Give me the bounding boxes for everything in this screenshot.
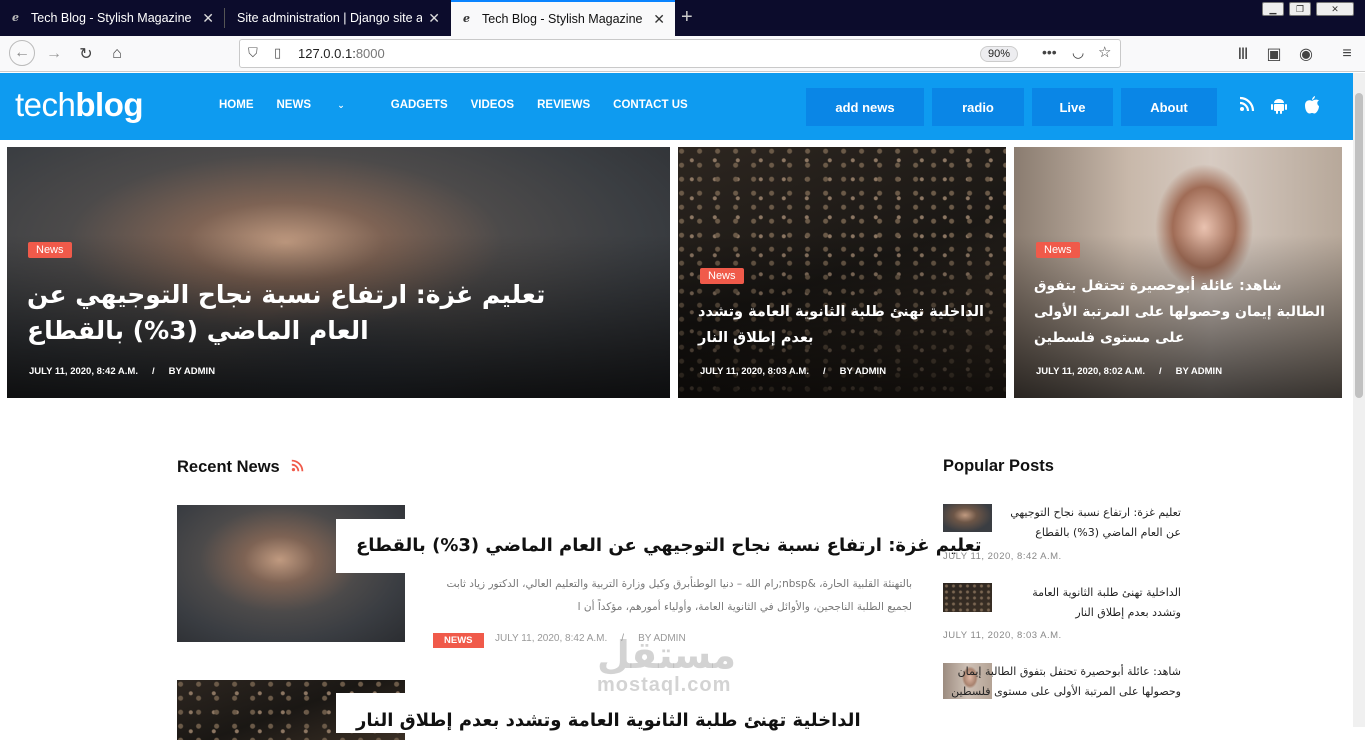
excerpt-line: بالتهنئة القلبية الحارة، &nbsp;رام الله … [446,578,912,590]
category-badge[interactable]: News [1036,242,1080,258]
hero-title[interactable]: تعليم غزة: ارتفاع نسبة نجاح التوجيهي عن … [27,277,607,349]
browser-tab-3-active[interactable]: e Tech Blog - Stylish Magazine Bl ✕ [451,0,675,36]
site-logo[interactable]: techblog [15,86,144,124]
popular-posts-heading: Popular Posts [943,457,1054,475]
post-date: JULY 11, 2020, 8:42 A.M. [495,633,608,644]
hero-title[interactable]: شاهد: عائلة أبوحصيرة تحتفل بتفوق الطالبة… [1034,273,1334,351]
forward-icon[interactable]: → [42,43,66,65]
hero-meta: JULY 11, 2020, 8:03 A.M. / BY ADMIN [700,366,887,377]
category-badge[interactable]: News [700,268,744,284]
restore-window-icon[interactable]: ❐ [1289,2,1311,16]
reload-icon[interactable]: ↻ [74,43,98,65]
popular-post-thumbnail[interactable] [943,583,992,612]
post-date: JULY 11, 2020, 8:42 A.M. [29,366,138,377]
hero-card-3[interactable]: News شاهد: عائلة أبوحصيرة تحتفل بتفوق ال… [1014,147,1342,398]
logo-light: tech [15,86,76,123]
hero-meta: JULY 11, 2020, 8:02 A.M. / BY ADMIN [1036,366,1223,377]
hero-shade [7,147,670,398]
tab-title: Tech Blog - Stylish Magazine Bl [482,12,648,26]
post-author[interactable]: BY ADMIN [169,366,215,377]
rss-icon[interactable] [1239,96,1257,114]
recent-item-title[interactable]: الداخلية تهنئ طلبة الثانوية العامة وتشدد… [356,710,861,731]
popular-post-thumbnail[interactable] [943,504,992,532]
zoom-level-badge[interactable]: 90% [980,46,1019,62]
hero-card-main[interactable]: News تعليم غزة: ارتفاع نسبة نجاح التوجيه… [7,147,670,398]
popular-post-title[interactable]: شاهد: عائلة أبوحصيرة تحتفل بتفوق الطالبة… [943,662,1181,702]
shield-icon[interactable]: ⛉ [248,45,258,61]
chevron-down-icon: ⌄ [337,100,345,110]
recent-item-excerpt: بالتهنئة القلبية الحارة، &nbsp;رام الله … [433,573,912,619]
menu-news[interactable]: NEWS ⌄ [277,99,368,111]
menu-contact-us[interactable]: CONTACT US [613,99,688,111]
rss-icon[interactable] [288,459,305,475]
browser-toolbar: ← → ↻ ⌂ ⛉ ▯ 127.0.0.1:8000 90% ••• ◡ ☆ Ⅲ… [0,36,1365,72]
url-text[interactable]: 127.0.0.1:8000 [298,46,385,61]
tab-title: Tech Blog - Stylish Magazine Bl [31,11,197,25]
live-button[interactable]: Live [1032,88,1113,126]
radio-button[interactable]: radio [932,88,1024,126]
popular-post-date: JULY 11, 2020, 8:03 A.M. [943,630,1062,641]
menu-reviews[interactable]: REVIEWS [537,99,590,111]
menu-hamburger-icon[interactable]: ≡ [1335,43,1359,65]
tab-title: Site administration | Django site adn [237,11,423,25]
watermark-arabic: مستقل [597,633,736,677]
ie-favicon-icon: e [463,12,470,25]
sidebar-icon[interactable]: ▣ [1262,43,1286,65]
hero-card-2[interactable]: News الداخلية تهنئ طلبة الثانوية العامة … [678,147,1006,398]
url-host: 127.0.0.1: [298,46,356,61]
close-tab-icon[interactable]: ✕ [653,11,665,28]
url-port: 8000 [355,46,385,61]
address-bar[interactable]: ⛉ ▯ 127.0.0.1:8000 90% ••• ◡ ☆ [239,39,1121,68]
recent-item-title[interactable]: تعليم غزة: ارتفاع نسبة نجاح التوجيهي عن … [356,535,982,556]
post-author[interactable]: BY ADMIN [840,366,886,377]
menu-home[interactable]: HOME [219,99,254,111]
hero-meta: JULY 11, 2020, 8:42 A.M. / BY ADMIN [29,366,216,377]
menu-videos[interactable]: VIDEOS [471,99,514,111]
minimize-window-icon[interactable]: ▁ [1262,2,1284,16]
page-info-icon[interactable]: ▯ [274,45,281,61]
page-actions-icon[interactable]: ••• [1042,44,1057,60]
popular-post-date: JULY 11, 2020, 8:42 A.M. [943,551,1062,562]
browser-tab-2[interactable]: Site administration | Django site adn ✕ [225,0,450,36]
close-tab-icon[interactable]: ✕ [428,10,440,27]
recent-news-title: Recent News [177,458,280,476]
new-tab-icon[interactable]: + [681,6,693,29]
back-icon[interactable]: ← [9,40,35,66]
about-button[interactable]: About [1121,88,1217,126]
menu-news-label: NEWS [276,99,312,111]
close-window-icon[interactable]: ✕ [1316,2,1354,16]
add-news-button[interactable]: add news [806,88,924,126]
account-icon[interactable]: ◉ [1294,43,1318,65]
hero-title[interactable]: الداخلية تهنئ طلبة الثانوية العامة وتشدد… [698,299,998,351]
main-menu: HOME NEWS ⌄ GADGETS VIDEOS REVIEWS CONTA… [219,99,711,111]
logo-bold: blog [75,86,144,123]
category-badge[interactable]: News [28,242,72,258]
ie-favicon-icon: e [12,11,19,24]
recent-news-heading: Recent News [177,458,304,477]
pocket-icon[interactable]: ◡ [1072,44,1084,61]
mostaql-watermark: مستقل mostaql.com [597,636,736,696]
browser-tab-bar: e Tech Blog - Stylish Magazine Bl ✕ Site… [0,0,1365,36]
android-icon[interactable] [1271,96,1289,114]
page-scrollbar[interactable] [1353,73,1365,727]
bookmark-star-icon[interactable]: ☆ [1098,43,1111,61]
post-date: JULY 11, 2020, 8:02 A.M. [1036,366,1145,377]
news-badge[interactable]: NEWS [433,633,484,648]
scrollbar-thumb[interactable] [1355,93,1363,398]
library-icon[interactable]: Ⅲ [1231,43,1255,65]
post-author[interactable]: BY ADMIN [1176,366,1222,377]
post-date: JULY 11, 2020, 8:03 A.M. [700,366,809,377]
site-header: techblog HOME NEWS ⌄ GADGETS VIDEOS REVI… [0,73,1353,140]
close-tab-icon[interactable]: ✕ [202,10,214,27]
apple-icon[interactable] [1304,96,1322,114]
browser-tab-1[interactable]: e Tech Blog - Stylish Magazine Bl ✕ [0,0,224,36]
popular-post-title[interactable]: الداخلية تهنئ طلبة الثانوية العامة وتشدد… [1006,583,1181,623]
menu-gadgets[interactable]: GADGETS [391,99,448,111]
watermark-latin: mostaql.com [597,674,732,696]
excerpt-line: لجميع الطلبة الناجحين، والأوائل في الثان… [577,601,912,613]
popular-post-title[interactable]: تعليم غزة: ارتفاع نسبة نجاح التوجيهي عن … [1006,503,1181,543]
home-icon[interactable]: ⌂ [105,43,129,65]
